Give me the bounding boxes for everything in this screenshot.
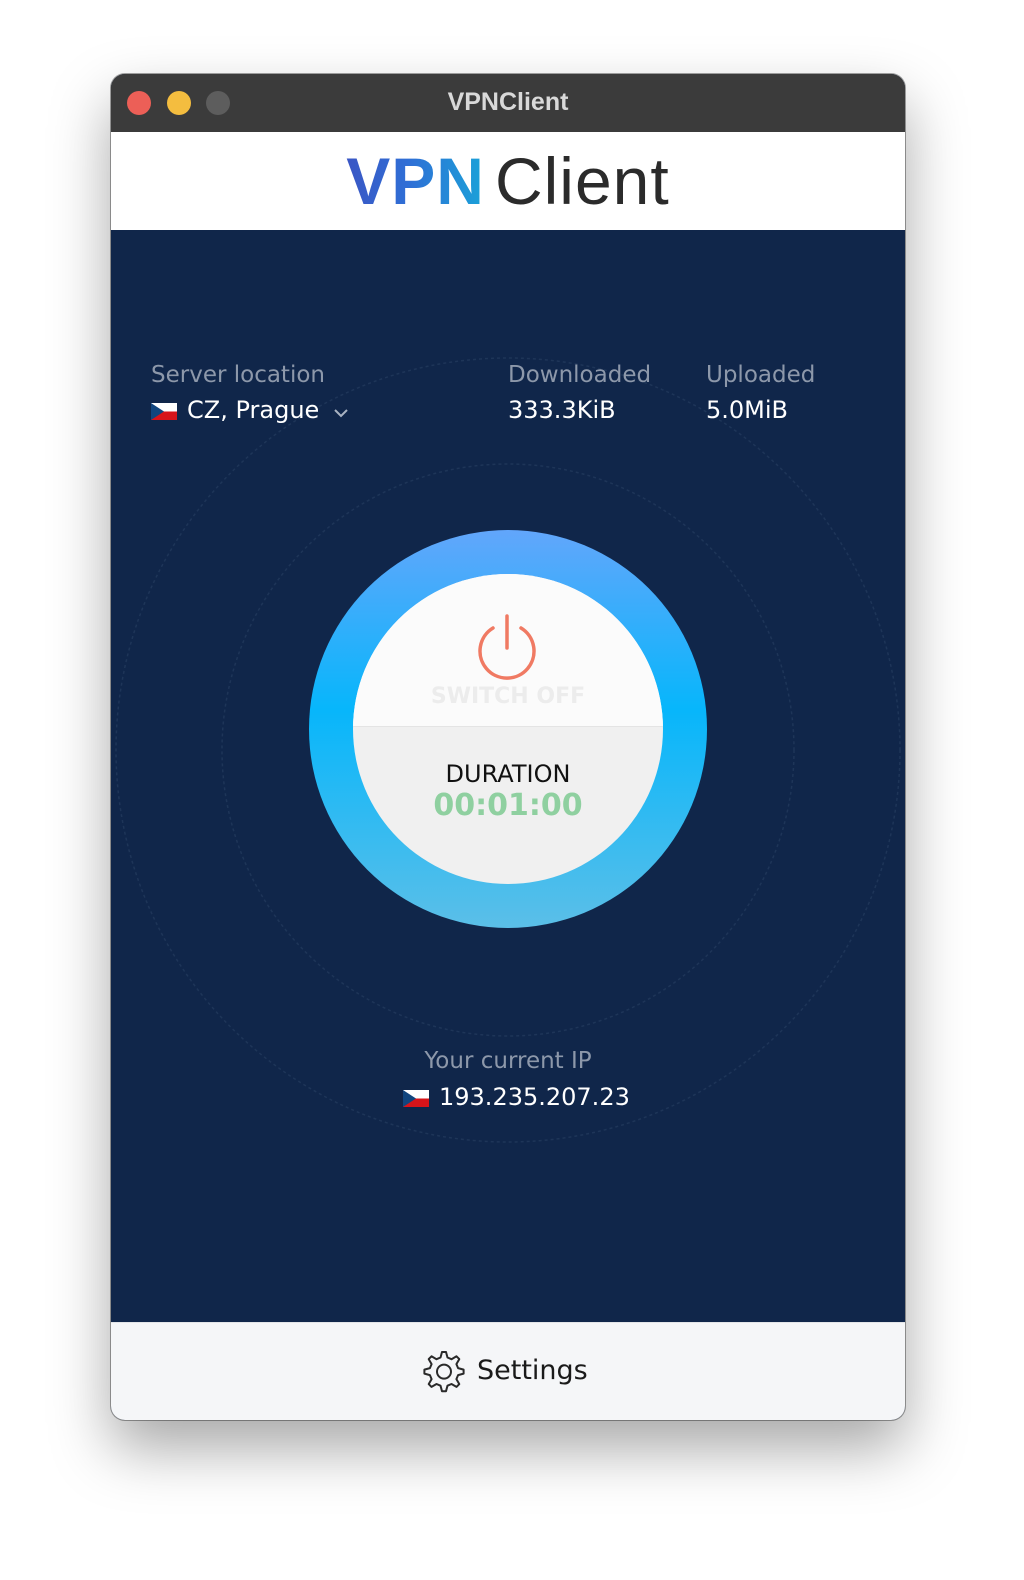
settings-button[interactable]: Settings [411,1345,611,1399]
duration-value: 00:01:00 [433,788,583,823]
app-logo: VPN Client [111,132,905,230]
window-title: VPNClient [447,88,569,116]
app-header: VPN Client [111,132,905,230]
czech-flag-icon [151,403,177,420]
server-location-value: CZ, Prague [187,396,320,424]
vpn-client-window: VPNClient VPN Client Server location CZ, … [111,74,905,1420]
server-location-label: Server location [151,362,325,388]
current-ip-label: Your current IP [424,1048,592,1074]
footer-bar: Settings [111,1322,905,1420]
logo-client-text: Client [494,144,670,218]
switch-off-button[interactable]: SWITCH OFF [353,574,663,727]
chevron-down-icon [334,409,348,418]
current-ip-row: 193.235.207.23 [403,1080,630,1116]
duration-label: DURATION [445,760,571,788]
downloaded-label: Downloaded [508,362,652,388]
settings-label: Settings [477,1355,588,1386]
gear-icon [423,1351,465,1393]
czech-flag-icon [403,1090,429,1107]
uploaded-label: Uploaded [706,362,816,388]
title-bar: VPNClient [111,74,905,133]
logo-vpn-text: VPN [346,144,485,218]
current-ip-value: 193.235.207.23 [439,1083,630,1111]
uploaded-value: 5.0MiB [706,396,789,424]
connection-dial: SWITCH OFF DURATION 00:01:00 [309,530,707,928]
power-icon [478,614,536,680]
downloaded-value: 333.3KiB [508,396,616,424]
dial-inner: SWITCH OFF DURATION 00:01:00 [353,574,663,884]
server-location-selector[interactable]: CZ, Prague [149,394,359,430]
switch-off-label: SWITCH OFF [430,684,586,709]
main-panel: Server location CZ, Prague Downloaded 33… [111,230,905,1322]
